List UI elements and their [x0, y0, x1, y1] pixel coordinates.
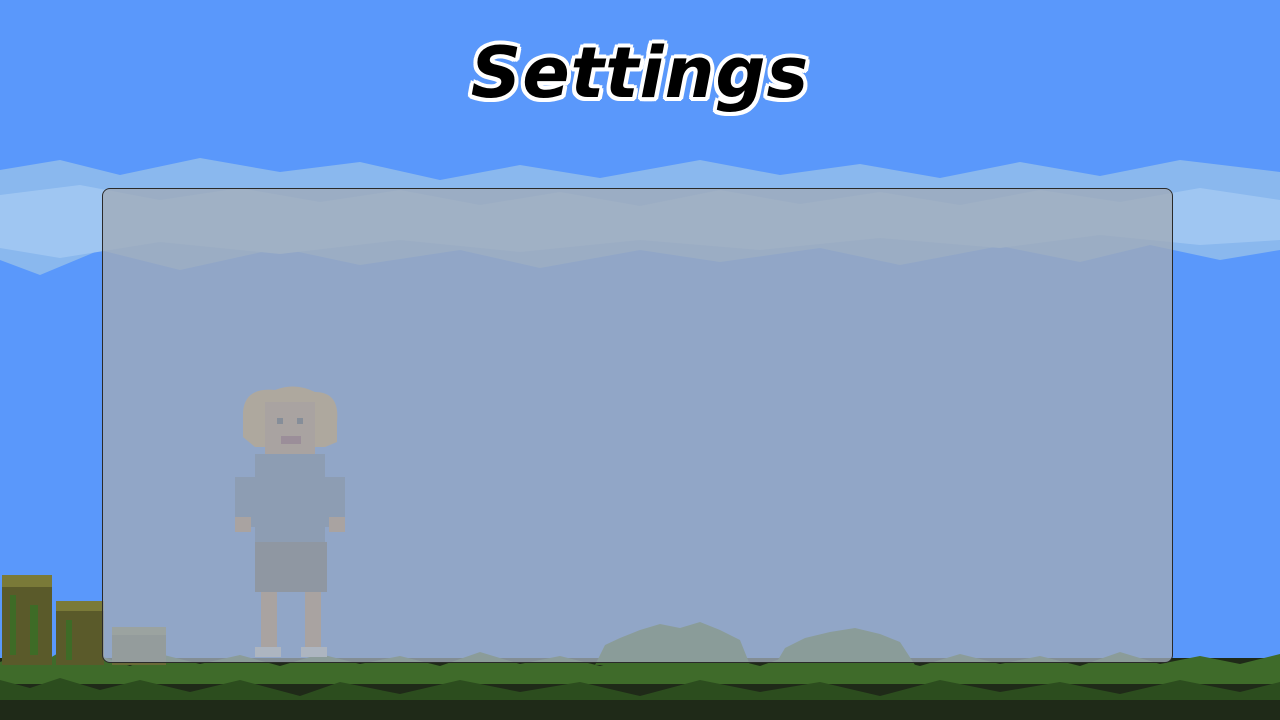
- page-title: Settings: [470, 32, 810, 114]
- settings-panel: [102, 188, 1173, 663]
- game-scene: Settings: [0, 0, 1280, 720]
